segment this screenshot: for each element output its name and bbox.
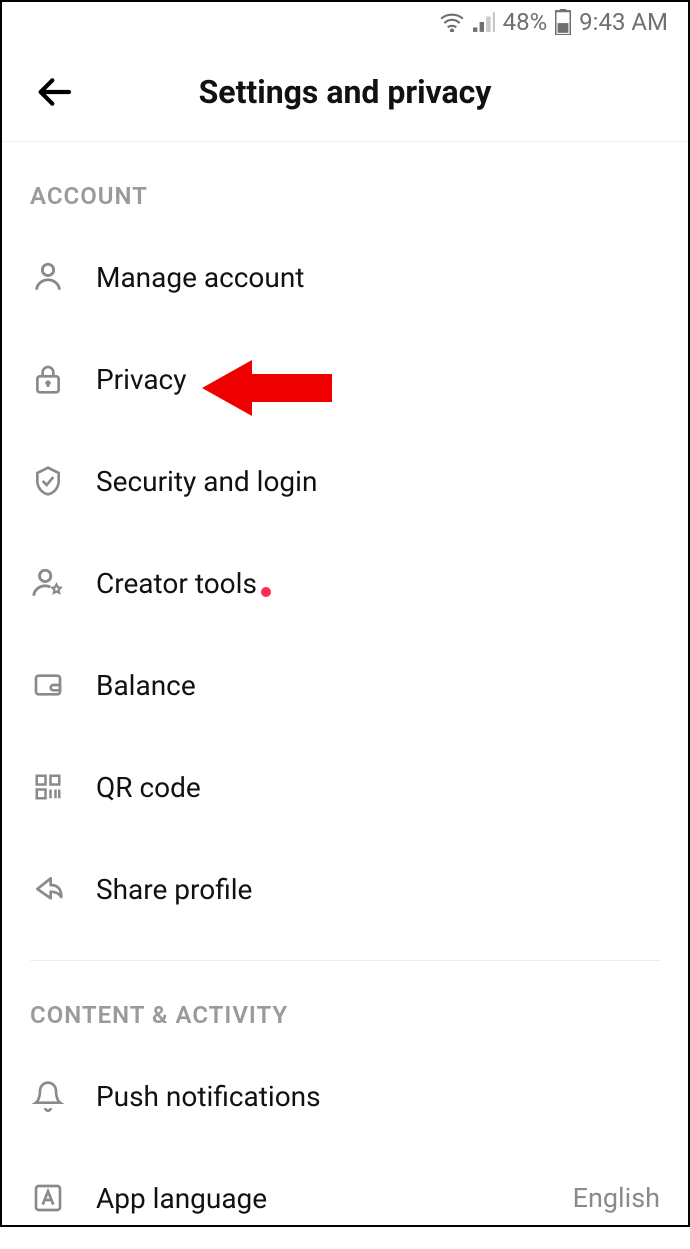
- menu-item-security-login[interactable]: Security and login: [30, 430, 660, 532]
- menu-item-qr-code[interactable]: QR code: [30, 736, 660, 838]
- person-star-icon: [30, 565, 66, 601]
- menu-label: Creator tools: [96, 567, 257, 600]
- share-icon: [30, 871, 66, 907]
- status-bar: 48% 9:43 AM: [2, 2, 688, 42]
- menu-item-share-profile[interactable]: Share profile: [30, 838, 660, 940]
- battery-percent: 48%: [503, 8, 548, 36]
- menu-item-creator-tools[interactable]: Creator tools: [30, 532, 660, 634]
- qr-code-icon: [30, 769, 66, 805]
- person-icon: [30, 259, 66, 295]
- menu-item-balance[interactable]: Balance: [30, 634, 660, 736]
- lock-icon: [30, 361, 66, 397]
- notification-dot-icon: [261, 587, 271, 597]
- language-value: English: [573, 1182, 660, 1214]
- menu-item-privacy[interactable]: Privacy: [30, 328, 660, 430]
- section-header-account: ACCOUNT: [30, 142, 660, 226]
- status-time: 9:43 AM: [579, 8, 668, 36]
- section-header-content: CONTENT & ACTIVITY: [30, 961, 660, 1045]
- header: Settings and privacy: [2, 42, 688, 142]
- language-icon: [30, 1180, 66, 1216]
- menu-label: Privacy: [96, 363, 186, 396]
- menu-label: Balance: [96, 669, 196, 702]
- shield-icon: [30, 463, 66, 499]
- menu-label: Security and login: [96, 465, 317, 498]
- menu-label: Share profile: [96, 873, 252, 906]
- wifi-icon: [439, 12, 465, 32]
- section-content-activity: CONTENT & ACTIVITY Push notifications Ap…: [2, 961, 688, 1249]
- menu-label: App language: [96, 1182, 267, 1215]
- section-account: ACCOUNT Manage account Privacy: [2, 142, 688, 961]
- back-arrow-icon: [34, 72, 74, 112]
- wallet-icon: [30, 667, 66, 703]
- menu-label: Manage account: [96, 261, 304, 294]
- menu-label: Push notifications: [96, 1080, 321, 1113]
- battery-icon: [555, 9, 571, 35]
- menu-item-push-notifications[interactable]: Push notifications: [30, 1045, 660, 1147]
- back-button[interactable]: [32, 70, 76, 114]
- menu-item-manage-account[interactable]: Manage account: [30, 226, 660, 328]
- page-title: Settings and privacy: [2, 73, 688, 111]
- signal-icon: [473, 12, 495, 32]
- menu-label: QR code: [96, 771, 201, 804]
- bell-icon: [30, 1078, 66, 1114]
- menu-item-app-language[interactable]: App language English: [30, 1147, 660, 1249]
